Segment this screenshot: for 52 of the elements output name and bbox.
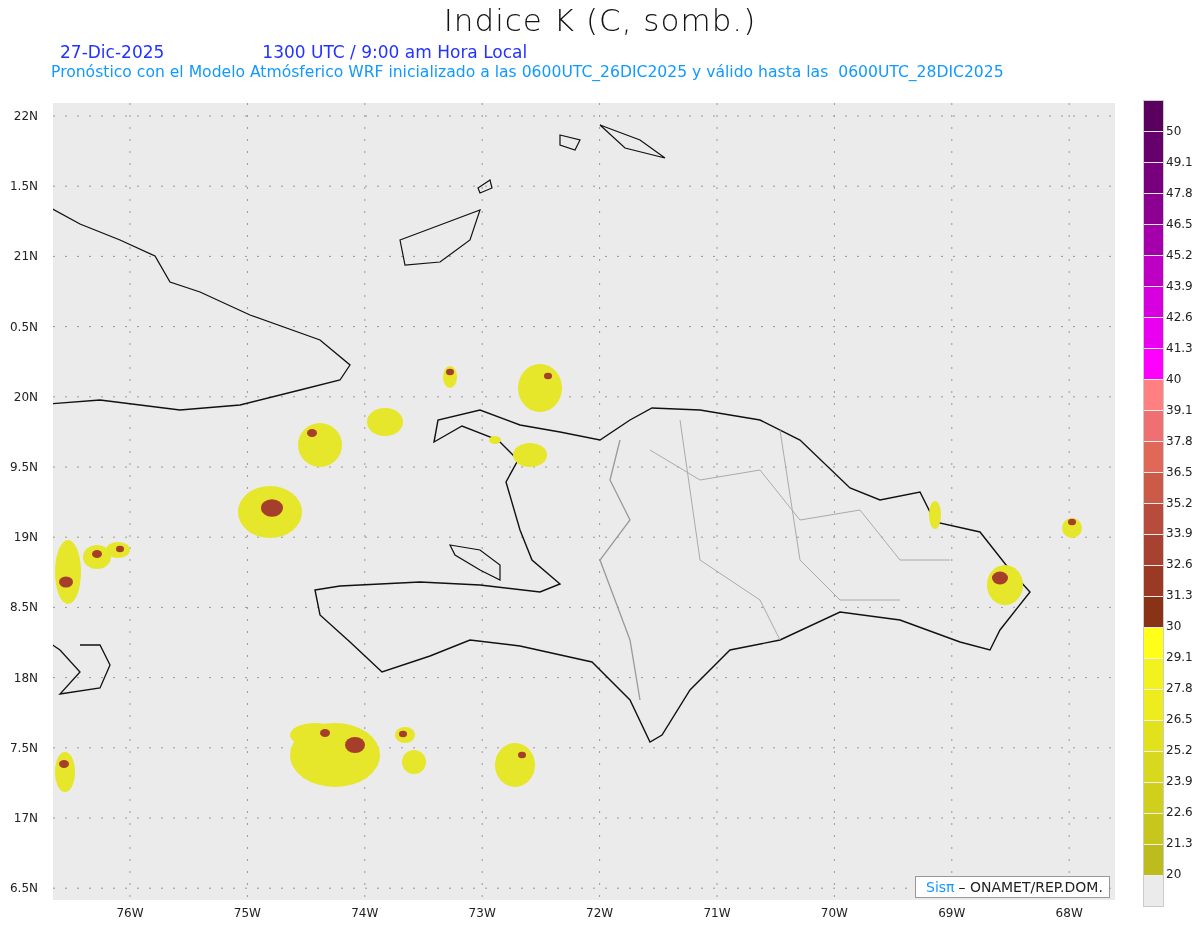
scale-label: 42.6 (1166, 309, 1193, 324)
scale-label: 43.9 (1166, 278, 1193, 293)
longitude-label: 71W (703, 906, 731, 920)
scale-label: 29.1 (1166, 650, 1193, 665)
longitude-label: 69W (938, 906, 966, 920)
scale-label: 41.3 (1166, 340, 1193, 355)
scale-label: 45.2 (1166, 247, 1193, 262)
latitude-label: 21N (13, 249, 38, 264)
longitude-label: 76W (116, 906, 144, 920)
latitude-label: 22N (13, 109, 38, 123)
longitude-label: 70W (820, 906, 848, 920)
scale-label: 22.6 (1166, 805, 1193, 820)
scale-label: 39.1 (1166, 402, 1193, 417)
scale-label: 27.8 (1166, 681, 1193, 696)
brand-logo: Sisπ (926, 879, 955, 895)
longitude-label: 68W (1055, 906, 1083, 920)
scale-label: 37.8 (1166, 433, 1193, 448)
scale-label: 46.5 (1166, 216, 1193, 231)
scale-label: 30 (1166, 619, 1182, 634)
forecast-description: Pronóstico con el Modelo Atmósferico WRF inicializado a las 0600UTC_26DIC2025 y válido hasta las 0600UTC_28DIC2025 (50, 63, 1005, 81)
latitude-label: 1.5N (9, 179, 38, 194)
latitude-label: 17N (13, 811, 38, 825)
longitude-label: 72W (586, 906, 614, 920)
latitude-label: 8.5N (9, 600, 38, 615)
scale-label: 33.9 (1166, 526, 1193, 541)
latitude-label: 18N (13, 670, 38, 685)
latitude-label: 9.5N (9, 460, 38, 474)
longitude-label: 73W (468, 906, 496, 920)
latitude-label: 20N (13, 389, 38, 404)
latitude-label: 7.5N (9, 740, 38, 755)
latitude-label: 0.5N (9, 319, 38, 334)
scale-label: 23.9 (1166, 774, 1193, 789)
scale-label: 21.3 (1166, 836, 1193, 851)
scale-label: 35.2 (1166, 495, 1193, 510)
scale-label: 49.1 (1166, 154, 1193, 169)
forecast-date: 27-Dic-2025 (60, 42, 165, 62)
latitude-label: 6.5N (9, 881, 38, 896)
scale-label: 31.3 (1166, 588, 1193, 603)
longitude-label: 74W (351, 906, 379, 920)
scale-label: 32.6 (1166, 557, 1193, 572)
scale-label: 40 (1166, 371, 1182, 386)
credit-text: – ONAMET/REP.DOM. (958, 879, 1103, 895)
scale-label: 26.5 (1166, 712, 1193, 727)
latitude-label: 19N (13, 530, 38, 545)
chart-title: Indice K (C, somb.) (442, 2, 758, 38)
scale-label: 20 (1166, 867, 1182, 882)
scale-label: 25.2 (1166, 743, 1193, 758)
scale-label: 47.8 (1166, 185, 1193, 200)
forecast-time: 1300 UTC / 9:00 am Hora Local (262, 42, 528, 62)
longitude-label: 75W (233, 906, 261, 920)
scale-label: 50 (1166, 123, 1182, 138)
scale-label: 36.5 (1166, 464, 1193, 479)
